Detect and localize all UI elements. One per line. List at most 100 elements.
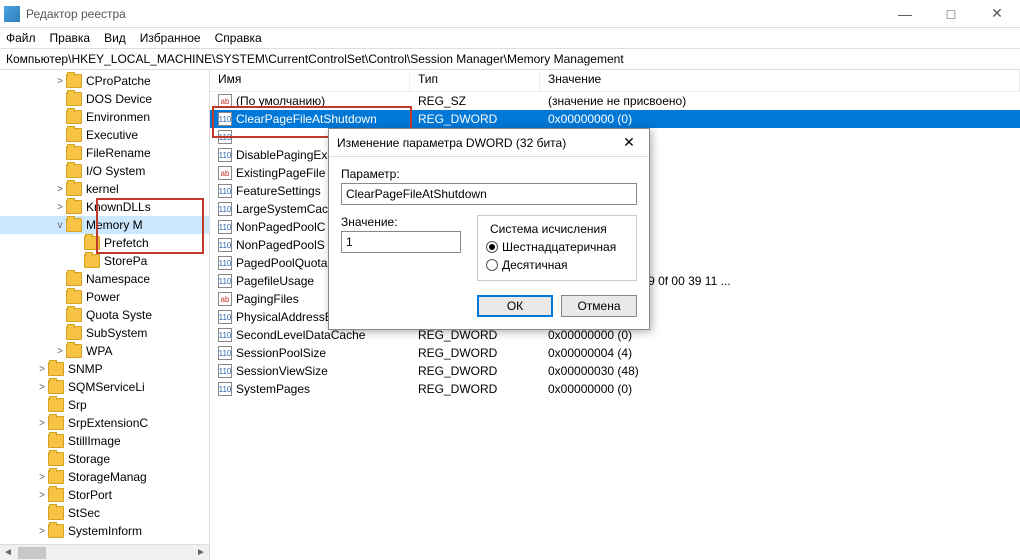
tree-item[interactable]: Environmen: [0, 108, 209, 126]
expander-icon[interactable]: >: [54, 202, 66, 213]
maximize-button[interactable]: □: [928, 0, 974, 28]
menu-favorites[interactable]: Избранное: [140, 31, 201, 45]
expander-icon[interactable]: >: [36, 490, 48, 501]
menu-view[interactable]: Вид: [104, 31, 126, 45]
scroll-left-icon[interactable]: ◄: [0, 545, 16, 560]
minimize-button[interactable]: —: [882, 0, 928, 28]
tree-item[interactable]: Power: [0, 288, 209, 306]
col-value[interactable]: Значение: [540, 70, 1020, 91]
expander-icon[interactable]: >: [54, 346, 66, 357]
tree-item[interactable]: StSec: [0, 504, 209, 522]
value-row[interactable]: 110SystemPagesREG_DWORD0x00000000 (0): [210, 380, 1020, 398]
col-type[interactable]: Тип: [410, 70, 540, 91]
dword-value-icon: 110: [218, 220, 232, 234]
expander-icon[interactable]: >: [54, 76, 66, 87]
expander-icon[interactable]: >: [36, 418, 48, 429]
value-data: 0x00000000 (0): [540, 112, 1020, 126]
expander-icon[interactable]: >: [54, 184, 66, 195]
value-data: 0x00000004 (4): [540, 346, 1020, 360]
tree-item[interactable]: DOS Device: [0, 90, 209, 108]
dword-value-icon: 110: [218, 310, 232, 324]
tree-item[interactable]: >SystemInform: [0, 522, 209, 540]
menu-edit[interactable]: Правка: [50, 31, 91, 45]
cancel-button[interactable]: Отмена: [561, 295, 637, 317]
tree-item[interactable]: StillImage: [0, 432, 209, 450]
tree-item[interactable]: Quota Syste: [0, 306, 209, 324]
folder-icon: [66, 200, 82, 214]
folder-icon: [66, 218, 82, 232]
folder-icon: [66, 128, 82, 142]
tree-item-label: StSec: [68, 506, 100, 520]
value-row[interactable]: 110SessionViewSizeREG_DWORD0x00000030 (4…: [210, 362, 1020, 380]
value-type: REG_SZ: [410, 94, 540, 108]
tree-item[interactable]: Storage: [0, 450, 209, 468]
tree-item-label: CProPatche: [86, 74, 151, 88]
tree-item-label: Environmen: [86, 110, 150, 124]
dword-value-icon: 110: [218, 256, 232, 270]
tree-item[interactable]: vMemory M: [0, 216, 209, 234]
tree-item[interactable]: Namespace: [0, 270, 209, 288]
dword-value-icon: 110: [218, 346, 232, 360]
tree-item[interactable]: >KnownDLLs: [0, 198, 209, 216]
string-value-icon: ab: [218, 166, 232, 180]
value-data: (значение не присвоено): [540, 94, 1020, 108]
tree-panel[interactable]: > CProPatche DOS Device Environmen Executive…: [0, 70, 210, 560]
expander-icon[interactable]: v: [54, 220, 66, 231]
tree-scrollbar-h[interactable]: ◄ ►: [0, 544, 209, 560]
tree-item[interactable]: SubSystem: [0, 324, 209, 342]
menu-help[interactable]: Справка: [215, 31, 262, 45]
expander-icon[interactable]: >: [36, 472, 48, 483]
value-row[interactable]: ab(По умолчанию)REG_SZ(значение не присв…: [210, 92, 1020, 110]
tree-item[interactable]: Srp: [0, 396, 209, 414]
value-type: REG_DWORD: [410, 328, 540, 342]
dword-value-icon: 110: [218, 364, 232, 378]
tree-item[interactable]: >SQMServiceLi: [0, 378, 209, 396]
value-input[interactable]: [341, 231, 461, 253]
tree-item[interactable]: >SrpExtensionC: [0, 414, 209, 432]
folder-icon: [48, 380, 64, 394]
folder-icon: [66, 92, 82, 106]
dword-value-icon: 110: [218, 238, 232, 252]
scroll-thumb[interactable]: [18, 547, 46, 559]
tree-item-label: DOS Device: [86, 92, 152, 106]
tree-item[interactable]: >WPA: [0, 342, 209, 360]
value-row[interactable]: 110SessionPoolSizeREG_DWORD0x00000004 (4…: [210, 344, 1020, 362]
dialog-titlebar[interactable]: Изменение параметра DWORD (32 бита) ✕: [329, 129, 649, 157]
tree-item[interactable]: Executive: [0, 126, 209, 144]
tree-item[interactable]: > SNMP: [0, 360, 209, 378]
expander-icon[interactable]: >: [36, 526, 48, 537]
expander-icon[interactable]: >: [36, 364, 48, 375]
radix-dec-option[interactable]: Десятичная: [486, 258, 628, 272]
close-button[interactable]: ✕: [974, 0, 1020, 28]
value-row[interactable]: 110ClearPageFileAtShutdownREG_DWORD0x000…: [210, 110, 1020, 128]
ok-button[interactable]: ОК: [477, 295, 553, 317]
tree-item[interactable]: >StorageManag: [0, 468, 209, 486]
menu-file[interactable]: Файл: [6, 31, 36, 45]
expander-icon[interactable]: >: [36, 382, 48, 393]
address-bar[interactable]: Компьютер\HKEY_LOCAL_MACHINE\SYSTEM\Curr…: [0, 48, 1020, 70]
value-name: SessionPoolSize: [236, 346, 326, 360]
tree-item[interactable]: I/O System: [0, 162, 209, 180]
col-name[interactable]: Имя: [210, 70, 410, 91]
radix-hex-option[interactable]: Шестнадцатеричная: [486, 240, 628, 254]
tree-item-label: Executive: [86, 128, 138, 142]
tree-item-label: Quota Syste: [86, 308, 152, 322]
scroll-right-icon[interactable]: ►: [193, 545, 209, 560]
tree-item[interactable]: >kernel: [0, 180, 209, 198]
tree-item[interactable]: Prefetch: [0, 234, 209, 252]
tree-item[interactable]: StorePa: [0, 252, 209, 270]
value-name: DisablePagingEx: [236, 148, 327, 162]
tree-item[interactable]: >StorPort: [0, 486, 209, 504]
value-data: 0x00000000 (0): [540, 328, 1020, 342]
tree-item[interactable]: > CProPatche: [0, 72, 209, 90]
folder-icon: [66, 146, 82, 160]
param-name-field: [341, 183, 637, 205]
edit-dword-dialog: Изменение параметра DWORD (32 бита) ✕ Па…: [328, 128, 650, 330]
tree-item-label: SNMP: [68, 362, 103, 376]
dialog-close-button[interactable]: ✕: [617, 134, 641, 151]
tree-item-label: Prefetch: [104, 236, 149, 250]
tree-item[interactable]: FileRename: [0, 144, 209, 162]
radix-dec-label: Десятичная: [502, 258, 568, 272]
value-name: NonPagedPoolS: [236, 238, 325, 252]
value-label: Значение:: [341, 215, 461, 229]
